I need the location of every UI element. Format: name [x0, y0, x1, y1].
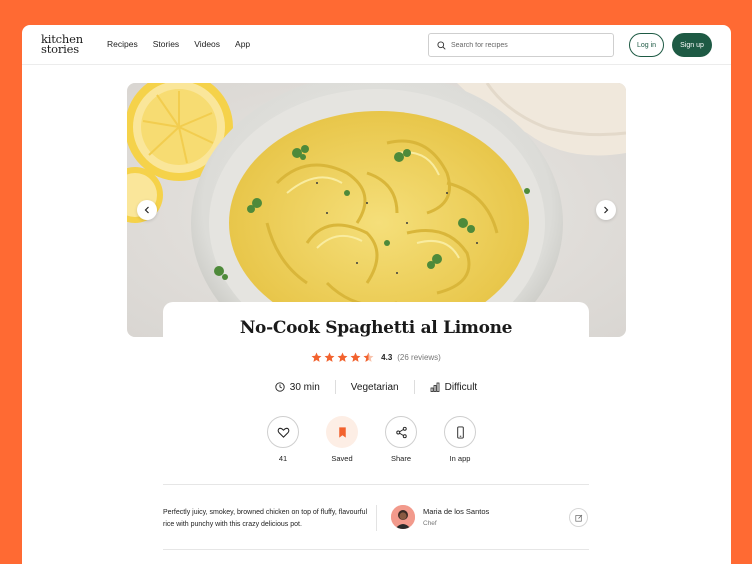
meta-diet-label: Vegetarian — [350, 381, 399, 393]
search-icon — [437, 40, 446, 50]
author-role: Chef — [423, 520, 437, 527]
star-icon — [337, 352, 348, 362]
carousel-next-button[interactable] — [596, 200, 616, 220]
share-label: Share — [390, 454, 411, 463]
rating-count[interactable]: (26 reviews) — [397, 353, 441, 362]
difficulty-bars-icon — [430, 382, 440, 392]
chevron-left-icon — [144, 206, 149, 214]
nav-item-recipes[interactable]: Recipes — [107, 39, 138, 49]
edit-button[interactable] — [569, 508, 588, 527]
like-count: 41 — [278, 454, 288, 463]
like-action[interactable]: 41 — [267, 416, 299, 463]
bookmark-icon — [338, 426, 346, 438]
section-divider — [163, 549, 589, 550]
meta-diet: Vegetarian — [351, 382, 399, 393]
edit-icon — [574, 514, 582, 522]
app-window: kitchen stories Recipes Stories Videos A… — [22, 25, 731, 564]
phone-icon — [456, 425, 464, 439]
rating-value: 4.3 — [381, 353, 393, 362]
star-icon — [311, 352, 322, 362]
save-action[interactable]: Saved — [326, 416, 358, 463]
meta-divider — [334, 380, 336, 394]
nav-item-videos[interactable]: Videos — [194, 39, 220, 49]
nav-item-app[interactable]: App — [235, 39, 250, 49]
meta-divider — [413, 380, 415, 394]
recipe-rating[interactable]: 4.3 (26 reviews) — [163, 352, 589, 363]
vertical-divider — [376, 505, 377, 531]
meta-difficulty: Difficult — [430, 381, 478, 393]
in-app-label: In app — [449, 454, 471, 463]
star-icon — [350, 352, 361, 362]
heart-icon — [277, 427, 289, 438]
star-icon — [324, 352, 335, 362]
pasta-photo — [127, 83, 626, 337]
brand-logo-line2: stories — [41, 42, 79, 56]
recipe-actions: 41 Saved Share In app — [267, 416, 476, 463]
recipe-hero-image — [127, 83, 626, 337]
share-button[interactable] — [385, 416, 417, 448]
signup-button[interactable]: Sign up — [672, 33, 712, 57]
chevron-right-icon — [604, 206, 609, 214]
site-header: kitchen stories Recipes Stories Videos A… — [22, 25, 731, 65]
save-label: Saved — [331, 454, 353, 463]
author-name[interactable]: Maria de los Santos — [423, 507, 489, 516]
search-input[interactable] — [451, 41, 601, 49]
like-button[interactable] — [267, 416, 299, 448]
meta-time: 30 min — [275, 382, 320, 393]
brand-logo[interactable]: kitchen stories — [41, 33, 91, 56]
save-button[interactable] — [326, 416, 358, 448]
carousel-prev-button[interactable] — [137, 200, 157, 220]
star-half-icon — [363, 352, 374, 362]
nav-item-stories[interactable]: Stories — [153, 39, 179, 49]
search-box[interactable] — [428, 33, 614, 57]
login-button[interactable]: Log in — [629, 33, 664, 57]
share-action[interactable]: Share — [385, 416, 417, 463]
recipe-title: No-Cook Spaghetti al Limone — [239, 318, 513, 338]
meta-difficulty-label: Difficult — [444, 381, 478, 393]
share-icon — [395, 426, 407, 438]
main-nav: Recipes Stories Videos App — [107, 39, 250, 49]
in-app-action[interactable]: In app — [444, 416, 476, 463]
clock-icon — [275, 382, 285, 392]
recipe-meta: 30 min Vegetarian Difficult — [163, 380, 589, 394]
avatar[interactable] — [391, 505, 415, 529]
in-app-button[interactable] — [444, 416, 476, 448]
section-divider — [163, 484, 589, 485]
chef-avatar-image — [391, 505, 415, 529]
meta-time-label: 30 min — [289, 381, 320, 393]
recipe-description: Perfectly juicy, smokey, browned chicken… — [163, 509, 368, 528]
